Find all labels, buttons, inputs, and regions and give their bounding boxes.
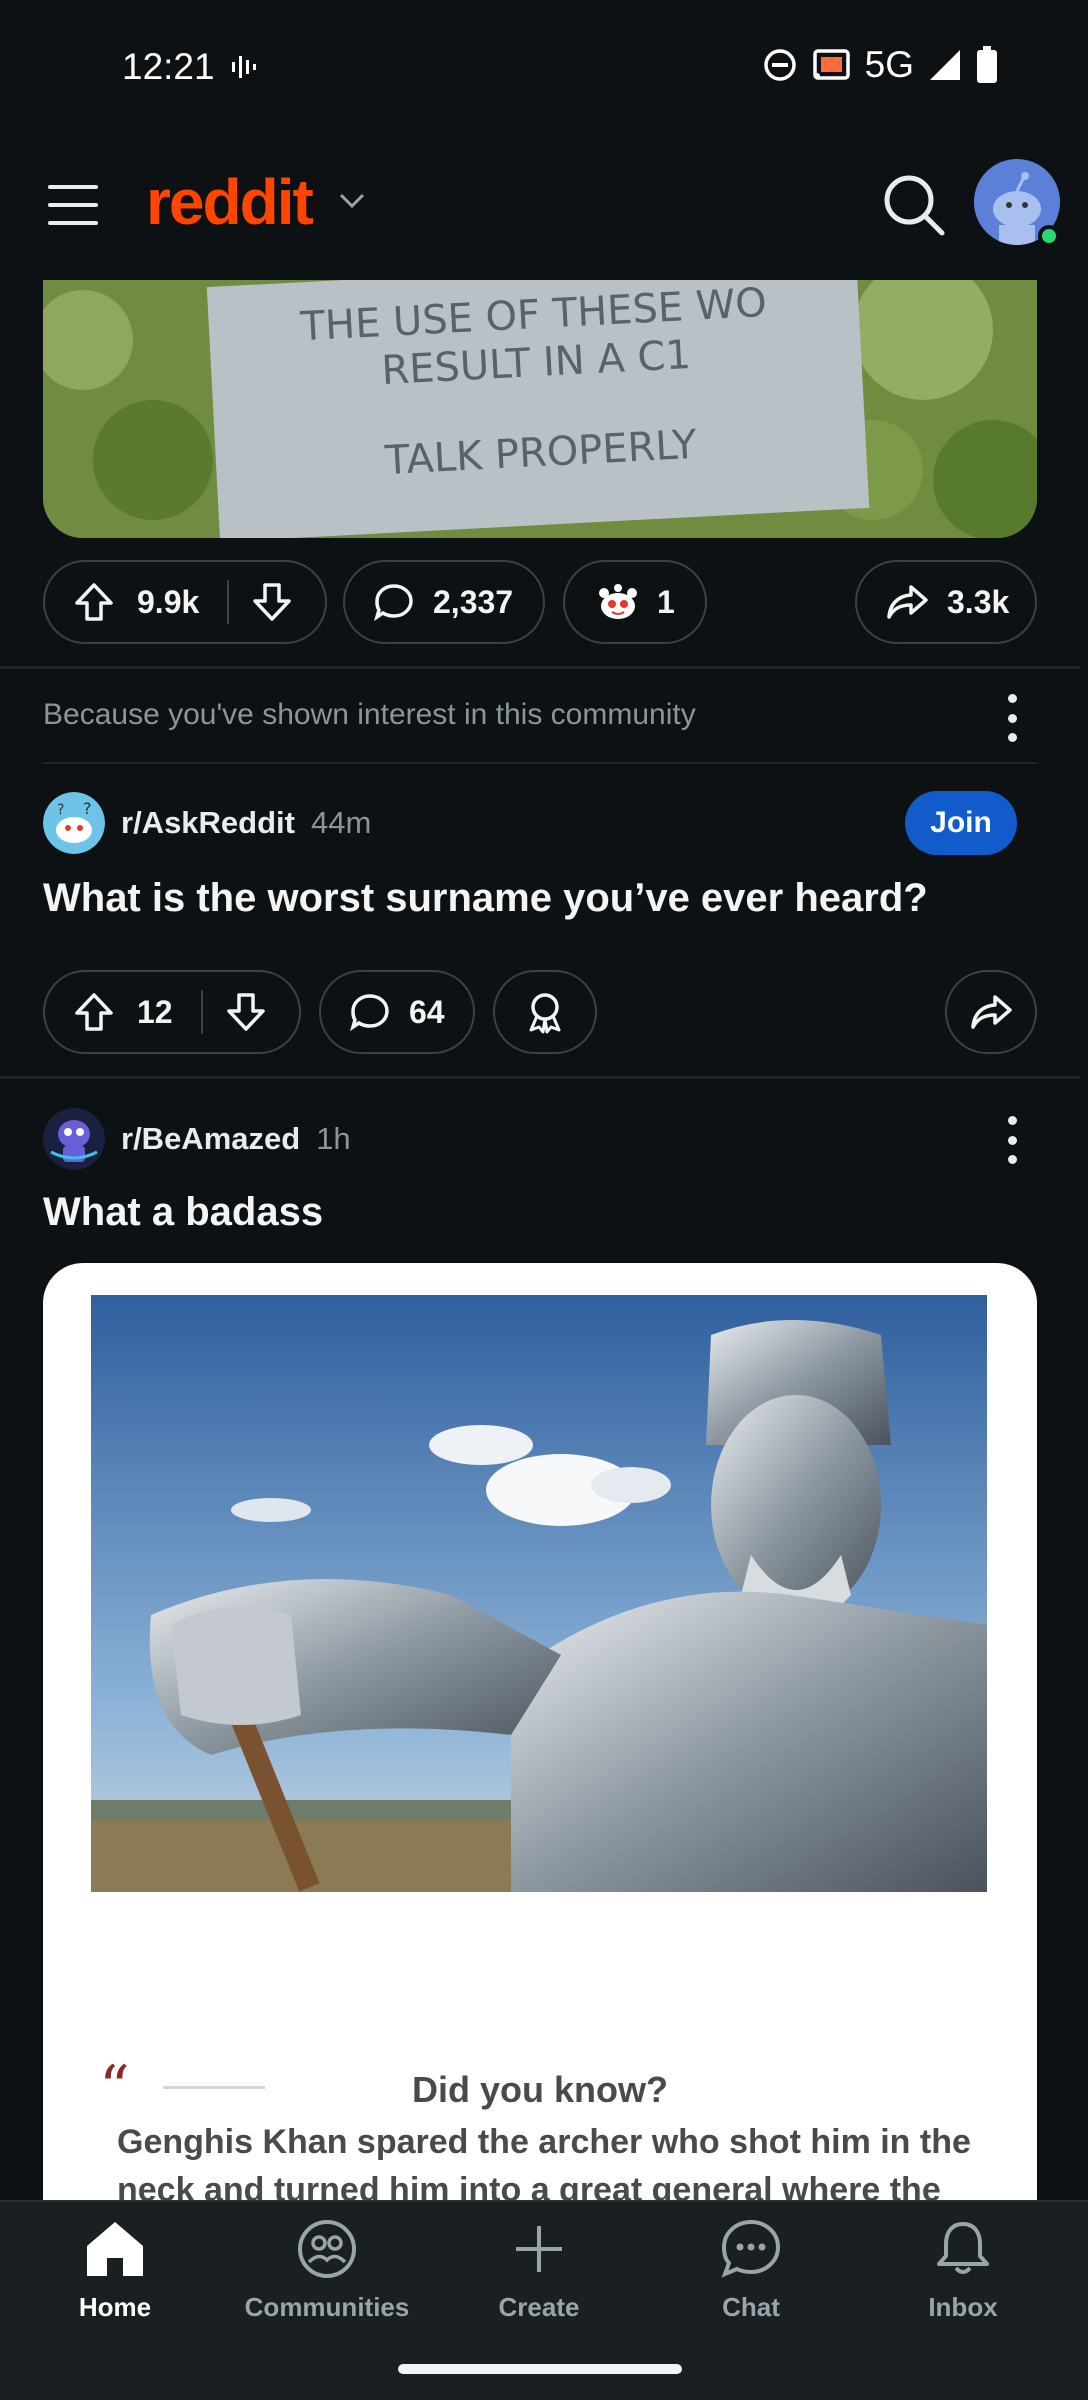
comments-button[interactable]: 2,337 bbox=[343, 560, 545, 644]
menu-icon[interactable] bbox=[48, 185, 98, 225]
downvote-icon[interactable] bbox=[251, 581, 293, 623]
award-icon bbox=[529, 993, 561, 1034]
comments-button[interactable]: 64 bbox=[319, 970, 475, 1054]
status-time: 12:21 bbox=[122, 46, 215, 87]
downvote-icon[interactable] bbox=[225, 991, 267, 1033]
home-icon bbox=[87, 2222, 143, 2276]
divider bbox=[43, 762, 1037, 764]
upvote-count: 9.9k bbox=[137, 583, 200, 620]
nav-home[interactable]: Home bbox=[25, 2218, 205, 2338]
search-icon[interactable] bbox=[880, 171, 948, 239]
share-count: 3.3k bbox=[947, 583, 1010, 620]
comment-count: 2,337 bbox=[433, 583, 514, 620]
do-not-disturb-icon bbox=[763, 49, 796, 81]
join-button[interactable]: Join bbox=[905, 791, 1017, 855]
post-actions: 9.9k 2,337 1 3.3k bbox=[43, 560, 1037, 644]
award-button[interactable] bbox=[493, 970, 597, 1054]
network-type: 5G bbox=[864, 44, 914, 85]
vote-pill: 12 bbox=[43, 970, 301, 1054]
sign: THE USE OF THESE WO RESULT IN A C1 TALK … bbox=[206, 280, 870, 538]
svg-text:?: ? bbox=[83, 799, 92, 818]
bell-icon bbox=[937, 2222, 989, 2274]
nav-chat[interactable]: Chat bbox=[661, 2218, 841, 2338]
section-divider bbox=[0, 666, 1080, 669]
status-bar: 12:21 5G bbox=[0, 0, 1088, 135]
comment-count: 64 bbox=[409, 993, 445, 1030]
award-count: 1 bbox=[657, 583, 675, 620]
nav-communities[interactable]: Communities bbox=[237, 2218, 417, 2338]
signal-icon bbox=[930, 50, 960, 80]
nav-create-label: Create bbox=[498, 2292, 580, 2322]
post-time: 1h bbox=[316, 1121, 351, 1156]
upvote-icon[interactable] bbox=[73, 581, 115, 623]
statue-image bbox=[91, 1295, 987, 1892]
post-image[interactable]: THE USE OF THESE WO RESULT IN A C1 TALK … bbox=[43, 280, 1037, 538]
upvote-count: 12 bbox=[137, 993, 173, 1030]
plus-icon bbox=[516, 2226, 562, 2272]
post-title[interactable]: What a badass bbox=[43, 1190, 323, 1235]
vote-pill: 9.9k bbox=[43, 560, 327, 644]
svg-text:?: ? bbox=[57, 802, 64, 818]
nav-inbox-label: Inbox bbox=[928, 2292, 998, 2322]
cast-icon bbox=[812, 49, 850, 80]
subreddit-name[interactable]: r/BeAmazed bbox=[121, 1121, 300, 1157]
sound-wave-icon bbox=[232, 56, 256, 78]
reddit-logo[interactable]: reddit bbox=[146, 165, 314, 239]
did-you-know-title: Did you know? bbox=[412, 2069, 668, 2110]
post-header: r/BeAmazed 1h bbox=[43, 1108, 351, 1170]
did-you-know-text-2: neck and turned him into a great general… bbox=[117, 2171, 941, 2200]
post-header: ?? r/AskReddit 44m bbox=[43, 792, 371, 854]
askreddit-icon[interactable]: ?? bbox=[43, 792, 105, 854]
post-media[interactable]: “ Did you know? Genghis Khan spared the … bbox=[43, 1263, 1037, 2200]
beamazed-icon[interactable] bbox=[43, 1108, 105, 1170]
share-button[interactable] bbox=[945, 970, 1037, 1054]
share-icon bbox=[971, 995, 1012, 1029]
post-title[interactable]: What is the worst surname you’ve ever he… bbox=[43, 876, 928, 921]
status-icons: 5G bbox=[763, 44, 998, 86]
chevron-down-icon[interactable] bbox=[338, 191, 366, 211]
nav-chat-label: Chat bbox=[722, 2292, 780, 2322]
comment-icon bbox=[374, 584, 413, 622]
more-options-icon[interactable] bbox=[997, 694, 1027, 742]
app-header: reddit bbox=[0, 135, 1088, 280]
post-actions: 12 64 bbox=[43, 970, 1037, 1054]
section-divider bbox=[0, 1076, 1080, 1079]
battery-icon bbox=[977, 46, 997, 83]
chat-icon bbox=[721, 2219, 781, 2278]
upvote-icon[interactable] bbox=[73, 991, 115, 1033]
online-status-dot bbox=[1038, 225, 1060, 247]
home-indicator[interactable] bbox=[398, 2364, 682, 2374]
feed: THE USE OF THESE WO RESULT IN A C1 TALK … bbox=[0, 280, 1088, 2200]
did-you-know-text-1: Genghis Khan spared the archer who shot … bbox=[117, 2123, 971, 2161]
nav-create[interactable]: Create bbox=[449, 2218, 629, 2338]
subreddit-name[interactable]: r/AskReddit bbox=[121, 805, 295, 841]
nav-communities-label: Communities bbox=[244, 2292, 410, 2322]
award-snoo-icon bbox=[599, 584, 637, 619]
communities-icon bbox=[298, 2220, 356, 2278]
share-button[interactable]: 3.3k bbox=[855, 560, 1037, 644]
nav-home-label: Home bbox=[78, 2292, 152, 2322]
award-button[interactable]: 1 bbox=[563, 560, 707, 644]
sign-line-3: TALK PROPERLY bbox=[383, 421, 698, 485]
recommendation-text: Because you've shown interest in this co… bbox=[43, 698, 696, 731]
more-options-icon[interactable] bbox=[997, 1116, 1027, 1164]
nav-inbox[interactable]: Inbox bbox=[873, 2218, 1053, 2338]
comment-icon bbox=[350, 994, 389, 1032]
share-icon bbox=[887, 585, 928, 619]
post-time: 44m bbox=[310, 805, 372, 840]
